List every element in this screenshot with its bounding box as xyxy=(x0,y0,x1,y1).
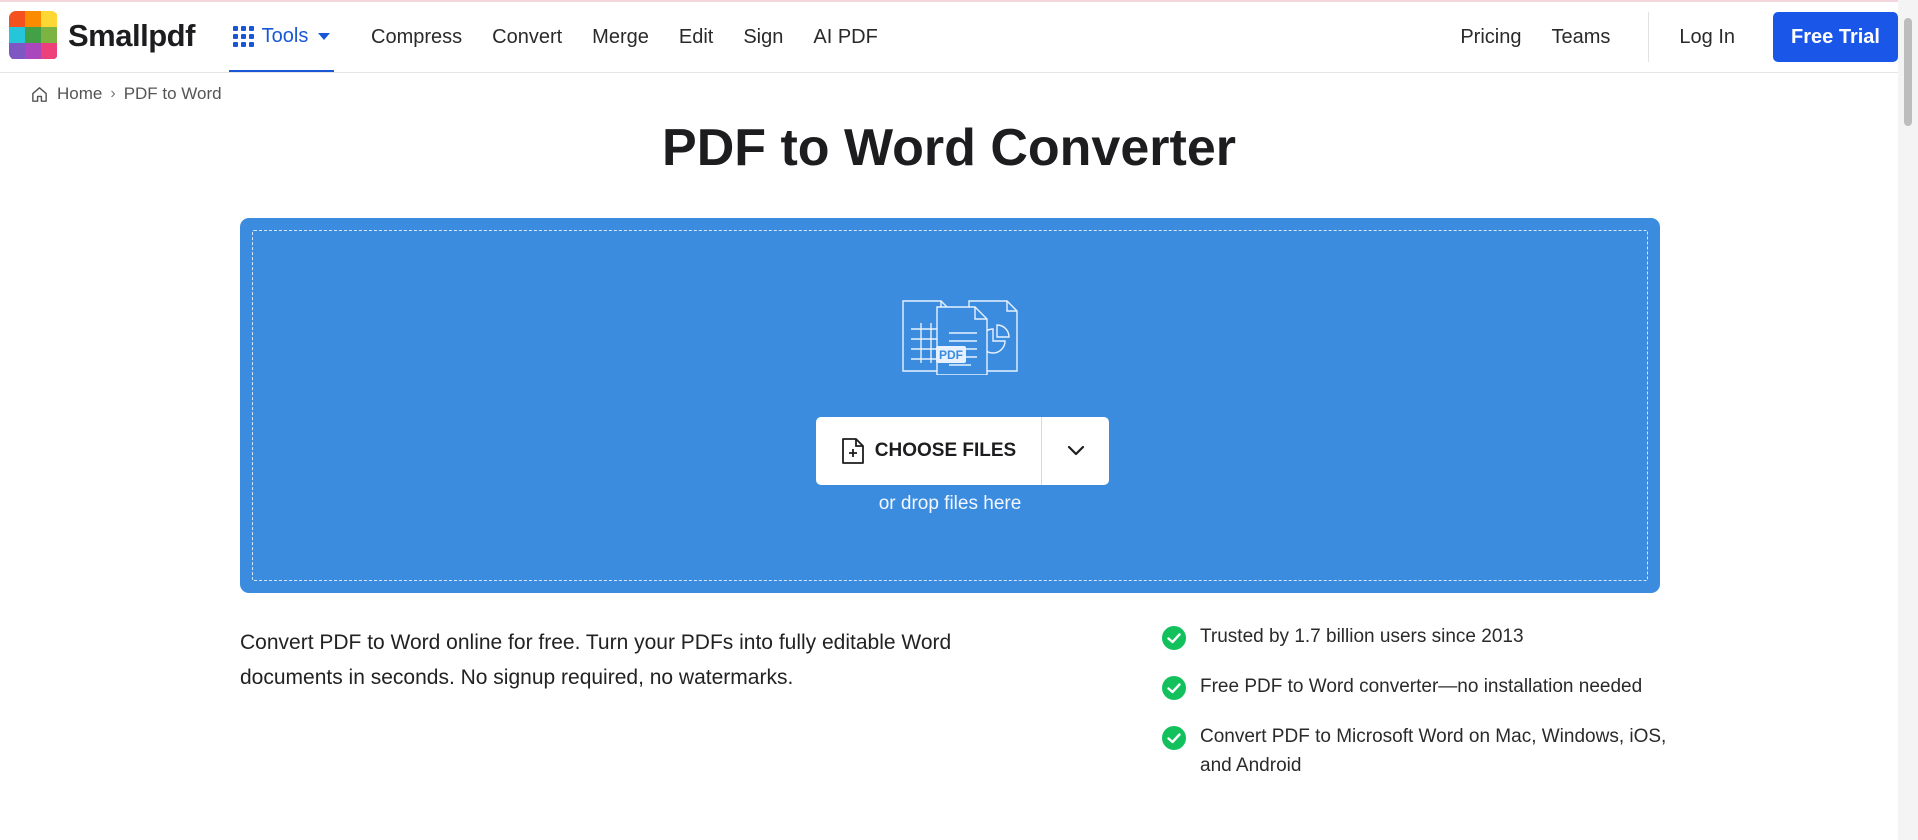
chevron-down-icon xyxy=(1067,445,1084,456)
logo-mark-icon xyxy=(9,11,58,60)
main-nav: Compress Convert Merge Edit Sign AI PDF xyxy=(371,2,878,72)
tools-menu-button[interactable]: Tools xyxy=(229,2,334,72)
tools-label: Tools xyxy=(261,24,309,47)
brand-name: Smallpdf xyxy=(68,17,195,53)
breadcrumb-current: PDF to Word xyxy=(123,84,222,103)
free-trial-button[interactable]: Free Trial xyxy=(1773,12,1898,62)
nav-link-sign[interactable]: Sign xyxy=(743,26,783,49)
apps-grid-icon xyxy=(232,25,254,47)
check-circle-icon xyxy=(1162,626,1186,650)
file-dropzone[interactable]: PDF CHOOSE FILES or drop files here xyxy=(240,218,1660,593)
nav-link-convert[interactable]: Convert xyxy=(492,26,562,49)
home-icon xyxy=(32,86,47,102)
site-header: Smallpdf Tools Compress Convert Merge Ed… xyxy=(0,2,1898,73)
scrollbar-thumb[interactable] xyxy=(1904,18,1912,126)
nav-link-pricing[interactable]: Pricing xyxy=(1460,26,1521,49)
tool-description: Convert PDF to Word online for free. Tur… xyxy=(240,631,952,689)
choose-files-control: CHOOSE FILES xyxy=(816,417,1109,485)
feature-text: Free PDF to Word converter—no installati… xyxy=(1200,676,1643,697)
check-circle-icon xyxy=(1162,726,1186,750)
breadcrumb: Home › PDF to Word xyxy=(30,84,222,104)
documents-illustration-icon: PDF xyxy=(902,300,1018,375)
logo-tile xyxy=(25,11,41,27)
breadcrumb-home-link[interactable]: Home xyxy=(57,84,102,104)
page-scrollbar[interactable] xyxy=(1898,0,1918,840)
logo-tile xyxy=(41,11,57,27)
nav-divider xyxy=(1648,12,1650,62)
feature-item: Free PDF to Word converter—no installati… xyxy=(1162,672,1682,701)
logo-tile xyxy=(25,43,41,59)
dropzone-dashed-border: PDF CHOOSE FILES or drop files here xyxy=(252,230,1648,581)
page-title: PDF to Word Converter xyxy=(662,119,1236,177)
feature-item: Trusted by 1.7 billion users since 2013 xyxy=(1162,622,1682,651)
logo-tile xyxy=(41,27,57,43)
brand-logo[interactable]: Smallpdf xyxy=(9,11,195,60)
nav-link-merge[interactable]: Merge xyxy=(592,26,649,49)
nav-link-edit[interactable]: Edit xyxy=(679,26,713,49)
account-nav: Pricing Teams Log In Free Trial xyxy=(1460,2,1898,72)
upload-source-dropdown-button[interactable] xyxy=(1042,417,1109,485)
logo-tile xyxy=(41,43,57,59)
feature-list: Trusted by 1.7 billion users since 2013 … xyxy=(1162,622,1682,801)
choose-files-button[interactable]: CHOOSE FILES xyxy=(816,417,1041,485)
feature-text: Trusted by 1.7 billion users since 2013 xyxy=(1200,626,1524,647)
feature-text: Convert PDF to Microsoft Word on Mac, Wi… xyxy=(1200,726,1667,776)
login-link[interactable]: Log In xyxy=(1679,26,1735,49)
feature-item: Convert PDF to Microsoft Word on Mac, Wi… xyxy=(1162,722,1682,780)
check-circle-icon xyxy=(1162,676,1186,700)
nav-link-ai-pdf[interactable]: AI PDF xyxy=(813,26,877,49)
drop-hint-text: or drop files here xyxy=(878,493,1022,514)
logo-tile xyxy=(25,27,41,43)
caret-down-icon xyxy=(318,32,331,40)
breadcrumb-separator: › xyxy=(110,85,116,102)
logo-tile xyxy=(9,43,25,59)
logo-tile xyxy=(9,11,25,27)
choose-files-label: CHOOSE FILES xyxy=(874,440,1017,461)
logo-tile xyxy=(9,27,25,43)
nav-link-teams[interactable]: Teams xyxy=(1551,26,1610,49)
pdf-badge-label: PDF xyxy=(939,348,963,362)
add-file-icon xyxy=(841,438,864,464)
nav-link-compress[interactable]: Compress xyxy=(371,26,462,49)
